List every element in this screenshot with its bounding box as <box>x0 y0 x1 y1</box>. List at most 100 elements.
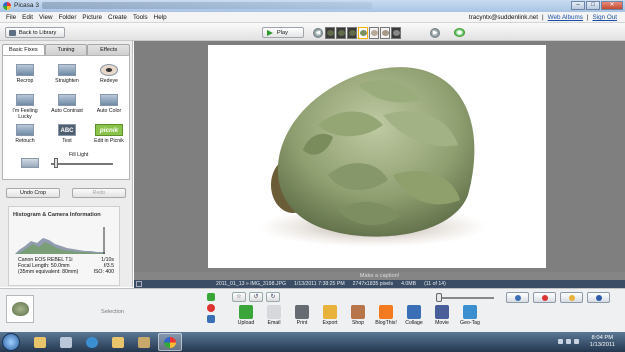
feeling-lucky-tool[interactable]: I'm Feeling Lucky <box>5 94 45 120</box>
start-button[interactable] <box>2 333 20 351</box>
filmstrip-thumb[interactable] <box>336 27 346 39</box>
previous-arrow-icon[interactable]: ◀ <box>313 28 323 38</box>
menu-view[interactable]: View <box>39 14 53 21</box>
selected-photo-thumbnail[interactable] <box>6 295 34 323</box>
rotate-left-icon[interactable]: ↺ <box>249 292 263 302</box>
taskbar-explorer[interactable] <box>28 333 52 351</box>
tray-icon[interactable] <box>558 339 563 344</box>
taskbar-apps <box>28 333 182 351</box>
filmstrip-thumb[interactable] <box>325 27 335 39</box>
hold-icon[interactable] <box>207 293 215 301</box>
artichoke-photo <box>258 67 488 247</box>
auto-color-tool[interactable]: Auto Color <box>89 94 129 114</box>
tray-icon[interactable] <box>566 339 571 344</box>
zoom-slider-handle[interactable] <box>436 293 442 302</box>
app-icon <box>138 336 150 348</box>
blogger-icon <box>379 305 393 319</box>
eye-icon <box>100 64 118 76</box>
menu-picture[interactable]: Picture <box>82 14 102 21</box>
image-viewer <box>134 41 625 281</box>
filmstrip-thumb[interactable] <box>380 27 390 39</box>
album-icon[interactable] <box>207 315 215 323</box>
zoom-slider-track[interactable] <box>440 297 494 299</box>
undo-crop-button[interactable]: Undo Crop <box>6 188 60 198</box>
picasa-app-icon <box>3 2 11 10</box>
filmstrip-thumb-selected[interactable] <box>358 27 368 39</box>
close-button[interactable]: ✕ <box>601 1 623 10</box>
blogthis-button[interactable]: BlogThis! <box>372 305 400 326</box>
share-icon[interactable] <box>454 28 465 37</box>
properties-button[interactable] <box>587 292 610 303</box>
taskbar-folder[interactable] <box>106 333 130 351</box>
menu-tools[interactable]: Tools <box>133 14 148 21</box>
folder-icon <box>34 336 46 348</box>
clear-icon[interactable] <box>207 304 215 312</box>
star-icon[interactable]: ☆ <box>232 292 246 302</box>
export-button[interactable]: Export <box>316 305 344 326</box>
collage-button[interactable]: Collage <box>400 305 428 326</box>
edit-in-picnik-tool[interactable]: picnik Edit in Picnik <box>89 124 129 144</box>
recrop-tool[interactable]: Recrop <box>5 64 45 84</box>
filmstrip-thumb[interactable] <box>369 27 379 39</box>
tray-edit-buttons: ☆ ↺ ↻ <box>232 292 280 302</box>
maximize-button[interactable]: □ <box>586 1 600 10</box>
places-button[interactable] <box>533 292 556 303</box>
people-button[interactable] <box>506 292 529 303</box>
clock-date: 1/13/2011 <box>589 342 615 348</box>
tab-basic-fixes[interactable]: Basic Fixes <box>2 44 45 55</box>
tool-label: Edit in Picnik <box>94 138 124 144</box>
print-button[interactable]: Print <box>288 305 316 326</box>
menu-file[interactable]: File <box>6 14 16 21</box>
map-pin-icon <box>541 294 548 301</box>
redo-button[interactable]: Redo <box>72 188 126 198</box>
taskbar-picasa[interactable] <box>158 333 182 351</box>
globe-icon <box>463 305 477 319</box>
tab-effects[interactable]: Effects <box>87 44 131 55</box>
menu-create[interactable]: Create <box>108 14 127 21</box>
status-timestamp: 1/13/2011 7:38:25 PM <box>294 281 345 287</box>
edit-panel: Basic Fixes Tuning Effects Recrop Straig… <box>0 41 133 287</box>
tray-side-icons <box>205 293 217 326</box>
geo-tag-button[interactable]: Geo-Tag <box>456 305 484 326</box>
retouch-tool[interactable]: Retouch <box>5 124 45 144</box>
tray-icon[interactable] <box>574 339 579 344</box>
web-albums-link[interactable]: Web Albums <box>548 14 583 21</box>
person-icon <box>514 294 521 301</box>
menu-folder[interactable]: Folder <box>59 14 77 21</box>
auto-contrast-tool[interactable]: Auto Contrast <box>47 94 87 114</box>
next-arrow-icon[interactable]: ▶ <box>430 28 440 38</box>
photo-canvas[interactable] <box>208 45 546 268</box>
panel-toggle-icon[interactable] <box>136 281 142 287</box>
email-button[interactable]: Email <box>260 305 288 326</box>
account-email: tracyntx@suddenlink.net <box>468 14 538 21</box>
taskbar-tool[interactable] <box>54 333 78 351</box>
fill-light-slider-handle[interactable] <box>54 158 59 168</box>
caption-field[interactable]: Make a caption! <box>134 272 625 280</box>
tab-tuning[interactable]: Tuning <box>44 44 88 55</box>
filmstrip-thumb[interactable] <box>391 27 401 39</box>
taskbar-clock[interactable]: 8:04 PM 1/13/2011 <box>590 335 615 349</box>
menu-edit[interactable]: Edit <box>22 14 33 21</box>
picnik-icon: picnik <box>95 124 123 136</box>
filmstrip <box>325 27 401 39</box>
tags-button[interactable] <box>560 292 583 303</box>
rotate-right-icon[interactable]: ↻ <box>266 292 280 302</box>
separator: | <box>586 14 589 21</box>
straighten-tool[interactable]: Straighten <box>47 64 87 84</box>
back-to-library-button[interactable]: Back to Library <box>5 27 65 38</box>
redeye-tool[interactable]: Redeye <box>89 64 129 84</box>
sign-out-link[interactable]: Sign Out <box>592 14 617 21</box>
shop-button[interactable]: Shop <box>344 305 372 326</box>
minimize-button[interactable]: – <box>571 1 585 10</box>
text-tool[interactable]: ABC Text <box>47 124 87 144</box>
play-button[interactable]: Play <box>262 27 304 38</box>
movie-button[interactable]: Movie <box>428 305 456 326</box>
taskbar-ie[interactable] <box>80 333 104 351</box>
menu-help[interactable]: Help <box>154 14 167 21</box>
tool-label: Straighten <box>55 78 79 84</box>
taskbar-app[interactable] <box>132 333 156 351</box>
fill-light-slider-track[interactable] <box>51 163 113 165</box>
filmstrip-thumb[interactable] <box>347 27 357 39</box>
back-to-library-label: Back to Library <box>19 29 57 36</box>
upload-button[interactable]: Upload <box>232 305 260 326</box>
